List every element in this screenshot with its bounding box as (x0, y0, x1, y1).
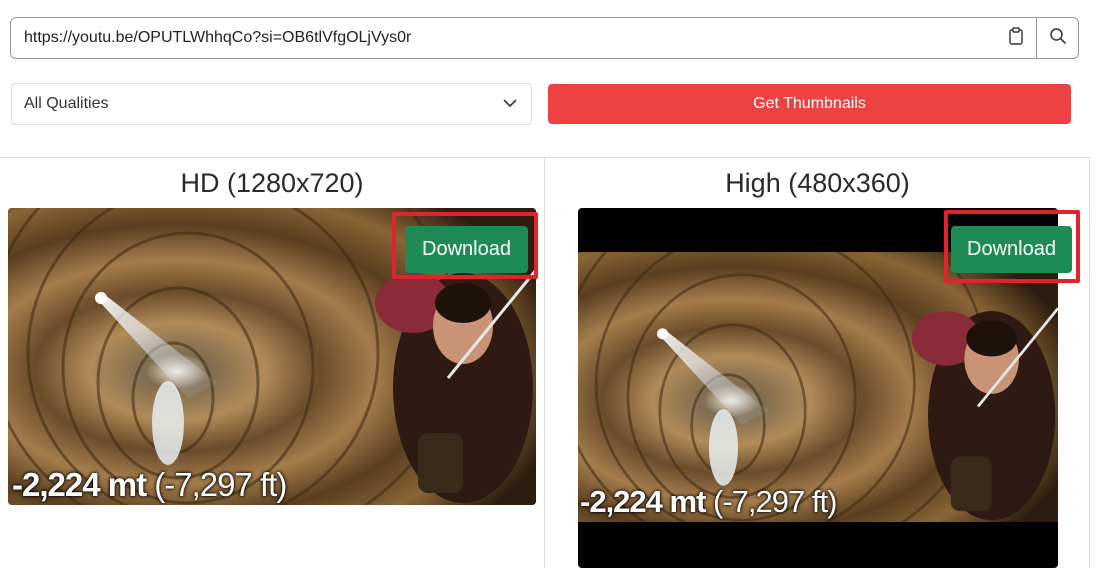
url-search-bar (10, 17, 1079, 59)
url-input[interactable] (11, 18, 996, 58)
thumbnail-title-high: High (480x360) (725, 168, 910, 198)
search-icon (1049, 27, 1067, 50)
quality-select[interactable]: All Qualities (11, 83, 532, 125)
chevron-down-icon (503, 95, 517, 113)
highlight-box-high (944, 210, 1080, 283)
caption-depth: -2,224 mt (580, 484, 706, 519)
clipboard-icon (1008, 26, 1024, 50)
get-thumbnails-button[interactable]: Get Thumbnails (548, 84, 1071, 124)
thumbnail-caption: -2,224 mt (-7,297 ft) (580, 484, 837, 520)
search-button[interactable] (1036, 18, 1078, 58)
thumbnail-caption: -2,224 mt (-7,297 ft) (12, 466, 287, 504)
highlight-box-hd (392, 212, 538, 279)
column-divider (544, 157, 545, 568)
caption-feet: (-7,297 ft) (154, 466, 287, 503)
caption-feet: (-7,297 ft) (713, 484, 837, 519)
thumbnail-title-hd: HD (1280x720) (180, 168, 364, 198)
quality-select-value: All Qualities (24, 95, 109, 112)
caption-depth: -2,224 mt (12, 466, 147, 503)
paste-button[interactable] (996, 18, 1036, 58)
